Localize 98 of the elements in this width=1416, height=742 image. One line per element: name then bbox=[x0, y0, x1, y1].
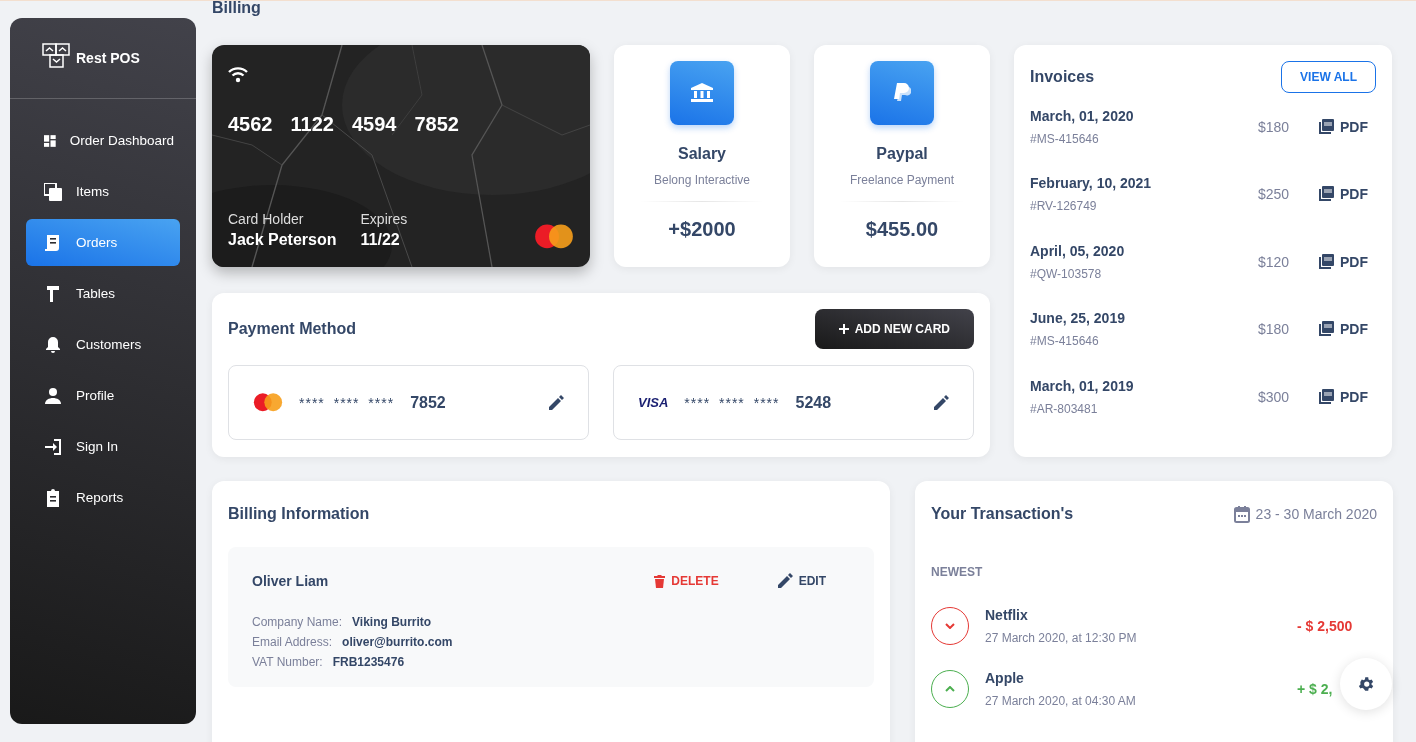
bank-icon bbox=[691, 83, 713, 103]
card-title: Your Transaction's bbox=[931, 505, 1074, 523]
receipt-icon bbox=[44, 233, 62, 252]
card-title: Payment Method bbox=[228, 320, 356, 338]
pencil-icon bbox=[548, 394, 564, 411]
card-brand-icon bbox=[534, 224, 574, 249]
bell-icon bbox=[44, 335, 62, 354]
transaction-name: Netflix bbox=[985, 607, 1029, 623]
invoice-amount: $120 bbox=[1258, 253, 1291, 270]
transaction-name: Apple bbox=[985, 670, 1025, 686]
card-number-group: 7852 bbox=[414, 113, 459, 136]
paypal-icon bbox=[893, 83, 911, 103]
pdf-icon bbox=[1318, 253, 1334, 270]
card-number-group: 4562 bbox=[228, 113, 273, 136]
edit-button[interactable] bbox=[933, 394, 949, 411]
add-card-button[interactable]: ADD NEW CARD bbox=[814, 309, 974, 349]
nav-item[interactable]: Orders bbox=[26, 219, 180, 266]
invoice-date: March, 01, 2020 bbox=[1030, 107, 1135, 124]
invoice-amount: $300 bbox=[1258, 388, 1291, 405]
pdf-icon bbox=[1318, 118, 1334, 135]
trash-icon bbox=[654, 574, 666, 588]
plus-icon bbox=[838, 324, 849, 334]
delete-button[interactable]: DELETE bbox=[654, 574, 719, 588]
card-last-digits: 5248 bbox=[795, 393, 832, 412]
clipboard-icon bbox=[44, 488, 62, 507]
pencil-icon bbox=[933, 394, 949, 411]
expiry-date: 11/22 bbox=[360, 231, 401, 249]
pdf-button[interactable]: PDF bbox=[1318, 321, 1376, 338]
stat-title: Paypal bbox=[876, 145, 928, 163]
field-label: Email Address: bbox=[252, 635, 333, 649]
field-value: Viking Burrito bbox=[352, 615, 432, 629]
invoice-date: June, 25, 2019 bbox=[1030, 310, 1126, 327]
table-icon bbox=[44, 284, 62, 303]
date-range: 23 - 30 March 2020 bbox=[1255, 506, 1377, 522]
calendar-icon bbox=[1233, 505, 1250, 523]
wifi-icon bbox=[228, 67, 248, 83]
field-value: FRB1235476 bbox=[332, 655, 405, 669]
stat-subtitle: Freelance Payment bbox=[849, 173, 955, 187]
invoice-amount: $180 bbox=[1258, 118, 1291, 135]
invoice-id: #MS-415646 bbox=[1030, 131, 1100, 146]
masked-digits: **** **** **** bbox=[684, 394, 780, 411]
transaction-time: 27 March 2020, at 04:30 AM bbox=[985, 694, 1137, 708]
card-title: Invoices bbox=[1030, 68, 1095, 86]
invoice-date: March, 01, 2019 bbox=[1030, 377, 1135, 394]
stat-value: +$2000 bbox=[668, 218, 736, 241]
transaction-amount: - $ 2,500 bbox=[1297, 618, 1354, 634]
pdf-button[interactable]: PDF bbox=[1318, 388, 1376, 405]
invoice-id: #AR-803481 bbox=[1030, 401, 1099, 416]
sign-in-icon bbox=[44, 437, 62, 456]
nav-item[interactable]: Customers bbox=[26, 321, 180, 368]
pencil-icon bbox=[776, 573, 793, 589]
card-number-group: 4594 bbox=[351, 113, 397, 136]
masked-digits: **** **** **** bbox=[299, 394, 395, 411]
stat-subtitle: Belong Interactive bbox=[653, 173, 751, 187]
view-all-button[interactable]: VIEW ALL bbox=[1281, 61, 1376, 93]
transaction-time: 27 March 2020, at 12:30 PM bbox=[985, 631, 1138, 645]
nav-item[interactable]: Profile bbox=[26, 372, 180, 419]
nav-item[interactable]: Order Dashboard bbox=[26, 117, 180, 164]
card-holder-label: Card Holder bbox=[228, 211, 305, 227]
settings-icon bbox=[1357, 675, 1375, 693]
section-label: NEWEST bbox=[931, 565, 984, 579]
pdf-icon bbox=[1318, 388, 1334, 405]
nav-item[interactable]: Reports bbox=[26, 474, 180, 521]
customer-name: Oliver Liam bbox=[252, 573, 330, 589]
pdf-button[interactable]: PDF bbox=[1318, 186, 1376, 203]
card-brand-icon bbox=[253, 393, 283, 412]
invoice-date: April, 05, 2020 bbox=[1030, 242, 1126, 259]
invoice-date: February, 10, 2021 bbox=[1030, 175, 1153, 192]
page-title: Billing bbox=[212, 1, 262, 16]
stat-title: Salary bbox=[677, 145, 726, 163]
pdf-button[interactable]: PDF bbox=[1318, 253, 1376, 270]
stack-icon bbox=[44, 182, 62, 201]
invoice-id: #RV-126749 bbox=[1030, 199, 1098, 214]
pdf-icon bbox=[1318, 186, 1334, 203]
nav-item[interactable]: Sign In bbox=[26, 423, 180, 470]
edit-button[interactable] bbox=[548, 394, 564, 411]
invoice-amount: $180 bbox=[1258, 321, 1291, 338]
brand-name: Rest POS bbox=[76, 50, 140, 66]
pdf-button[interactable]: PDF bbox=[1318, 118, 1376, 135]
invoice-amount: $250 bbox=[1258, 186, 1291, 203]
edit-button[interactable]: EDIT bbox=[776, 573, 826, 589]
card-title: Billing Information bbox=[228, 505, 370, 522]
person-icon bbox=[44, 386, 62, 405]
invoice-id: #QW-103578 bbox=[1030, 266, 1103, 281]
card-holder: Jack Peterson bbox=[228, 231, 337, 249]
stat-value: $455.00 bbox=[865, 218, 939, 241]
nav-item[interactable]: Items bbox=[26, 168, 180, 215]
expires-label: Expires bbox=[360, 211, 408, 227]
card-last-digits: 7852 bbox=[410, 393, 446, 412]
field-label: Company Name: bbox=[252, 615, 343, 629]
transaction-amount: + $ 2, bbox=[1297, 681, 1334, 697]
pdf-icon bbox=[1318, 321, 1334, 338]
card-number-group: 1122 bbox=[290, 113, 334, 136]
invoice-id: #MS-415646 bbox=[1030, 334, 1100, 349]
visa-logo: VISA bbox=[638, 395, 669, 410]
field-label: VAT Number: bbox=[252, 655, 323, 669]
nav-item[interactable]: Tables bbox=[26, 270, 180, 317]
field-value: oliver@burrito.com bbox=[342, 635, 453, 649]
